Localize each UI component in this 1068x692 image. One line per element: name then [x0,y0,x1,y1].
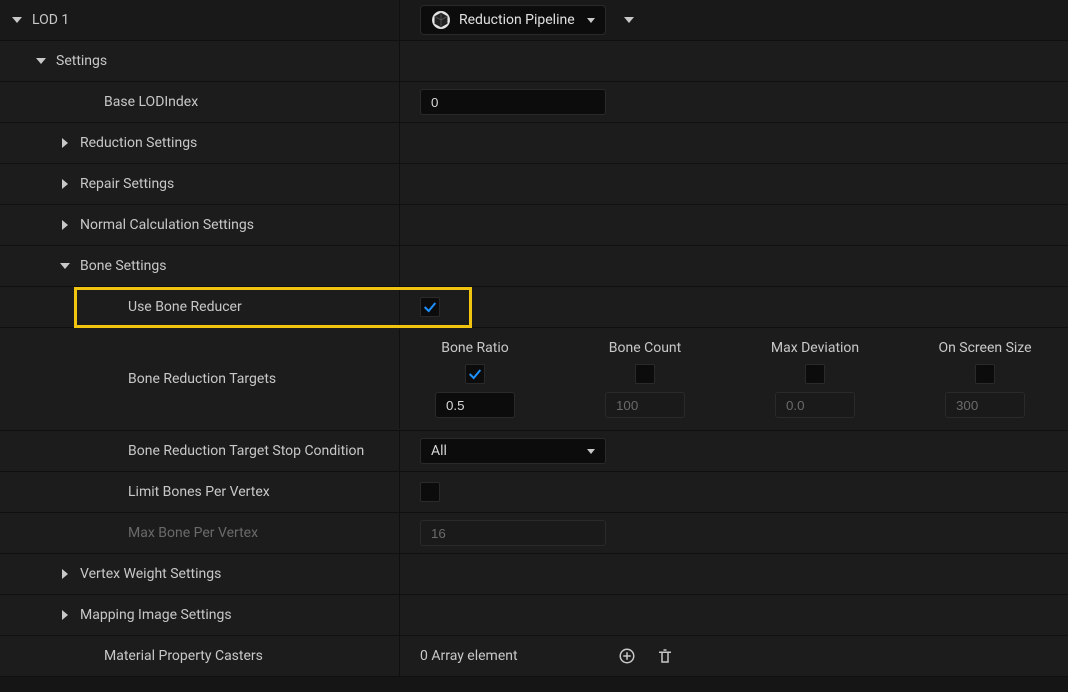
material-property-casters-label: Material Property Casters [104,648,263,664]
normal-calc-toggle[interactable] [58,218,72,232]
settings-title: Settings [56,53,107,69]
normal-calc-label: Normal Calculation Settings [80,217,254,233]
pipeline-extra-toggle[interactable] [622,13,636,27]
target-on-screen-size-checkbox[interactable] [975,364,995,384]
use-bone-reducer-label: Use Bone Reducer [128,299,242,315]
trash-icon [656,647,674,665]
target-bone-ratio-checkbox[interactable] [465,364,485,384]
delete-array-elements-button[interactable] [654,645,676,667]
material-property-casters-value: 0 Array element [420,648,600,664]
mapping-image-label: Mapping Image Settings [80,607,232,623]
stop-condition-dropdown[interactable]: All [420,438,606,464]
target-on-screen-size-label: On Screen Size [938,340,1031,356]
target-bone-count-checkbox[interactable] [635,364,655,384]
lod-expand-toggle[interactable] [10,13,24,27]
chevron-down-icon [587,18,595,23]
repair-settings-toggle[interactable] [58,177,72,191]
stop-condition-value: All [431,443,447,459]
lod-title: LOD 1 [32,12,69,28]
bone-settings-label: Bone Settings [80,258,166,274]
pipeline-label: Reduction Pipeline [459,12,575,28]
base-lodindex-label: Base LODIndex [104,94,198,110]
target-bone-count-input [605,392,685,418]
stop-condition-label: Bone Reduction Target Stop Condition [128,443,364,459]
target-on-screen-size-input [945,392,1025,418]
max-bone-per-vertex-input [420,520,606,546]
target-bone-ratio-label: Bone Ratio [441,340,509,356]
bone-settings-toggle[interactable] [58,259,72,273]
base-lodindex-input[interactable] [420,89,606,115]
use-bone-reducer-checkbox[interactable] [420,297,440,317]
reduction-settings-toggle[interactable] [58,136,72,150]
reduction-settings-label: Reduction Settings [80,135,197,151]
target-max-deviation-input [775,392,855,418]
cube-icon [431,10,451,30]
target-max-deviation-label: Max Deviation [771,340,859,356]
bone-reduction-targets-label: Bone Reduction Targets [128,371,276,387]
vertex-weight-label: Vertex Weight Settings [80,566,221,582]
chevron-down-icon [587,449,595,454]
vertex-weight-toggle[interactable] [58,567,72,581]
target-max-deviation-checkbox[interactable] [805,364,825,384]
pipeline-dropdown[interactable]: Reduction Pipeline [420,5,606,35]
target-bone-ratio-input[interactable] [435,392,515,418]
target-bone-count-label: Bone Count [609,340,681,356]
add-array-element-button[interactable] [616,645,638,667]
max-bone-per-vertex-label: Max Bone Per Vertex [128,525,258,541]
mapping-image-toggle[interactable] [58,608,72,622]
repair-settings-label: Repair Settings [80,176,174,192]
plus-circle-icon [618,647,636,665]
limit-bones-per-vertex-checkbox[interactable] [420,482,440,502]
settings-expand-toggle[interactable] [34,54,48,68]
limit-bones-per-vertex-label: Limit Bones Per Vertex [128,484,270,500]
